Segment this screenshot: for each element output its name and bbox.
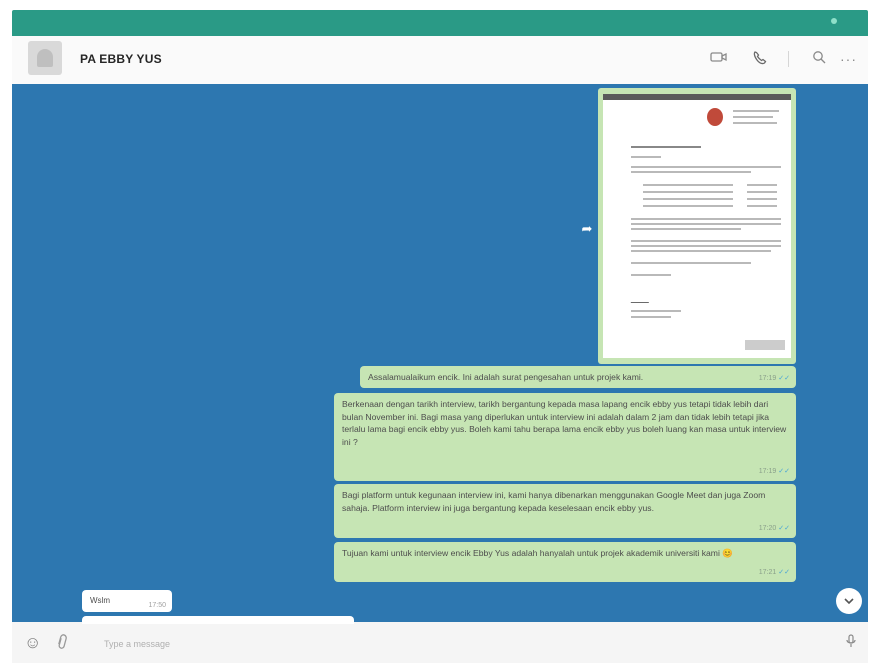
document-line — [747, 205, 777, 207]
document-line — [747, 184, 777, 186]
document-line — [631, 310, 681, 312]
message-meta: 17:19 ✓✓ — [758, 467, 790, 475]
document-line — [631, 262, 751, 264]
document-line — [631, 245, 781, 247]
document-line — [747, 191, 777, 193]
document-header-band — [603, 94, 791, 100]
message-text: Tujuan kami untuk interview encik Ebby Y… — [342, 548, 720, 558]
message-bubble-outgoing[interactable]: Assalamualaikum encik. Ini adalah surat … — [360, 366, 796, 388]
message-bubble-outgoing[interactable]: Tujuan kami untuk interview encik Ebby Y… — [334, 542, 796, 582]
document-line — [747, 198, 777, 200]
emoji-icon[interactable]: ☺ — [24, 634, 42, 652]
message-composer: ☺ — [12, 616, 868, 663]
search-icon[interactable] — [812, 50, 826, 68]
document-line — [631, 166, 781, 168]
document-line — [631, 316, 671, 318]
forward-icon[interactable]: ➦ — [578, 220, 596, 238]
phone-call-icon[interactable] — [752, 50, 768, 70]
status-dot — [831, 18, 837, 24]
read-ticks-icon: ✓✓ — [778, 524, 790, 532]
message-text: Bagi platform untuk kegunaan interview i… — [342, 490, 766, 513]
document-line — [631, 274, 671, 276]
document-line — [643, 205, 733, 207]
message-text: Wslm — [90, 596, 110, 605]
message-meta: 17:19 ✓✓ — [758, 374, 790, 382]
avatar[interactable] — [28, 41, 62, 75]
read-ticks-icon: ✓✓ — [778, 374, 790, 382]
document-footer-logos — [745, 340, 785, 350]
app-top-bar — [0, 0, 873, 38]
chat-header: PA EBBY YUS ··· — [12, 36, 868, 85]
document-line — [733, 110, 779, 112]
message-meta: 17:50 — [148, 602, 166, 609]
document-line — [631, 171, 751, 173]
attach-icon[interactable] — [52, 632, 74, 655]
message-meta: 17:21 ✓✓ — [758, 568, 790, 576]
document-line — [631, 223, 781, 225]
conversation-panel[interactable]: ➦ Assalamualaikum encik. Ini adalah sura… — [12, 84, 868, 622]
header-divider — [788, 51, 789, 67]
scroll-down-button[interactable] — [836, 588, 862, 614]
document-line — [631, 250, 771, 252]
message-text: Assalamualaikum encik. Ini adalah surat … — [368, 372, 644, 382]
read-ticks-icon: ✓✓ — [778, 467, 790, 475]
video-call-icon[interactable] — [710, 50, 728, 68]
composer-edge — [82, 616, 354, 624]
document-line — [631, 240, 781, 242]
chevron-down-icon — [844, 594, 854, 608]
contact-name[interactable]: PA EBBY YUS — [80, 52, 162, 66]
message-text: Berkenaan dengan tarikh interview, tarik… — [342, 399, 787, 447]
document-image[interactable] — [603, 94, 791, 358]
message-bubble-incoming[interactable]: Wslm 17:50 — [82, 590, 172, 612]
document-line — [643, 198, 733, 200]
document-line — [733, 122, 777, 124]
message-bubble-outgoing[interactable]: Berkenaan dengan tarikh interview, tarik… — [334, 393, 796, 481]
document-line — [631, 146, 701, 148]
document-line — [643, 184, 733, 186]
document-signature — [630, 290, 654, 303]
document-line — [631, 218, 781, 220]
document-line — [631, 228, 741, 230]
smile-emoji: 😊 — [722, 548, 733, 558]
document-line — [631, 156, 661, 158]
message-meta: 17:20 ✓✓ — [758, 524, 790, 532]
read-ticks-icon: ✓✓ — [778, 568, 790, 576]
document-line — [733, 116, 773, 118]
message-bubble-outgoing[interactable]: Bagi platform untuk kegunaan interview i… — [334, 484, 796, 538]
image-message[interactable] — [598, 88, 796, 364]
document-line — [643, 191, 733, 193]
message-input[interactable] — [102, 634, 706, 654]
more-options-icon[interactable]: ··· — [840, 50, 857, 68]
document-logo — [707, 108, 723, 126]
window-accent-bar — [12, 10, 868, 38]
microphone-icon[interactable] — [846, 634, 856, 653]
